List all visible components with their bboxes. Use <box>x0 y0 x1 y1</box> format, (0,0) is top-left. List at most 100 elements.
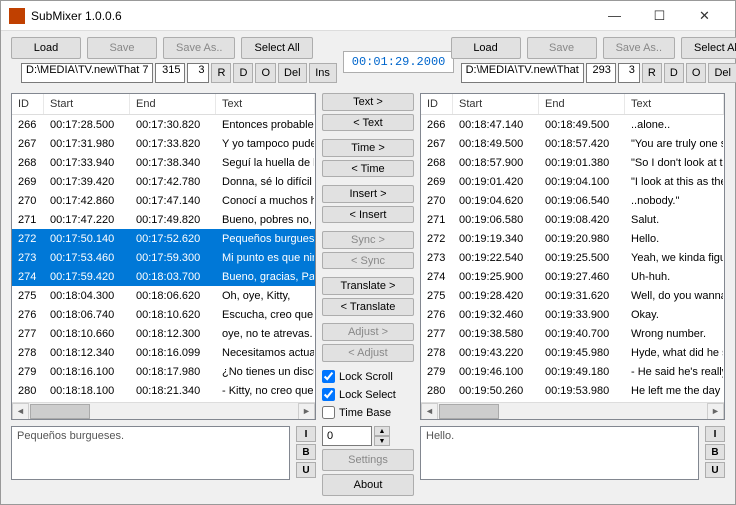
insert-back-button[interactable]: < Insert <box>322 206 414 224</box>
insert-fwd-button[interactable]: Insert > <box>322 185 414 203</box>
left-d-button[interactable]: D <box>233 63 253 83</box>
table-row[interactable]: 26800:17:33.94000:17:38.340Seguí la huel… <box>12 153 315 172</box>
table-row[interactable]: 27900:19:46.10000:19:49.180- He said he'… <box>421 362 724 381</box>
maximize-button[interactable]: ☐ <box>637 2 682 30</box>
right-save-button[interactable]: Save <box>527 37 597 59</box>
right-th-end[interactable]: End <box>539 94 625 114</box>
table-row[interactable]: 26700:18:49.50000:18:57.420"You are trul… <box>421 134 724 153</box>
right-count-input[interactable]: 293 <box>586 63 616 83</box>
table-row[interactable]: 27800:19:43.22000:19:45.980Hyde, what di… <box>421 343 724 362</box>
right-th-id[interactable]: ID <box>421 94 453 114</box>
right-italic-button[interactable]: I <box>705 426 725 442</box>
left-del-button[interactable]: Del <box>278 63 307 83</box>
time-fwd-button[interactable]: Time > <box>322 139 414 157</box>
right-selectall-button[interactable]: Select All <box>681 37 736 59</box>
left-path-input[interactable]: D:\MEDIA\TV.new\That 7 <box>21 63 153 83</box>
right-num-input[interactable]: 3 <box>618 63 640 83</box>
table-row[interactable]: 26900:17:39.42000:17:42.780Donna, sé lo … <box>12 172 315 191</box>
left-num-input[interactable]: 3 <box>187 63 209 83</box>
table-row[interactable]: 27600:19:32.46000:19:33.900Okay. <box>421 305 724 324</box>
table-row[interactable]: 27500:19:28.42000:19:31.620Well, do you … <box>421 286 724 305</box>
left-table[interactable]: ID Start End Text 26600:17:28.50000:17:3… <box>11 93 316 420</box>
table-row[interactable]: 27900:18:16.10000:18:17.980¿No tienes un… <box>12 362 315 381</box>
table-row[interactable]: 27300:17:53.46000:17:59.300Mi punto es q… <box>12 248 315 267</box>
scroll-left-icon[interactable]: ◄ <box>12 403 29 420</box>
left-ins-button[interactable]: Ins <box>309 63 337 83</box>
left-italic-button[interactable]: I <box>296 426 316 442</box>
left-th-end[interactable]: End <box>130 94 216 114</box>
scroll-left-icon[interactable]: ◄ <box>421 403 438 420</box>
table-row[interactable]: 27200:17:50.14000:17:52.620Pequeños burg… <box>12 229 315 248</box>
table-row[interactable]: 26900:19:01.42000:19:04.100"I look at th… <box>421 172 724 191</box>
table-row[interactable]: 27000:19:04.62000:19:06.540..nobody." <box>421 191 724 210</box>
translate-fwd-button[interactable]: Translate > <box>322 277 414 295</box>
sync-fwd-button[interactable]: Sync > <box>322 231 414 249</box>
right-o-button[interactable]: O <box>686 63 707 83</box>
offset-input[interactable] <box>322 426 372 446</box>
left-preview[interactable]: Pequeños burgueses. <box>11 426 290 480</box>
table-row[interactable]: 27500:18:04.30000:18:06.620Oh, oye, Kitt… <box>12 286 315 305</box>
left-save-button[interactable]: Save <box>87 37 157 59</box>
left-selectall-button[interactable]: Select All <box>241 37 312 59</box>
table-row[interactable]: 27800:18:12.34000:18:16.099Necesitamos a… <box>12 343 315 362</box>
table-row[interactable]: 27600:18:06.74000:18:10.620Escucha, creo… <box>12 305 315 324</box>
table-row[interactable]: 27200:19:19.34000:19:20.980Hello. <box>421 229 724 248</box>
table-row[interactable]: 27100:17:47.22000:17:49.820Bueno, pobres… <box>12 210 315 229</box>
lock-select-checkbox[interactable]: Lock Select <box>322 387 414 402</box>
time-base-checkbox[interactable]: Time Base <box>322 405 414 420</box>
left-o-button[interactable]: O <box>255 63 276 83</box>
translate-back-button[interactable]: < Translate <box>322 298 414 316</box>
left-underline-button[interactable]: U <box>296 462 316 478</box>
right-hscroll[interactable]: ◄ ► <box>421 402 724 419</box>
spin-up-icon[interactable]: ▲ <box>374 426 390 436</box>
left-saveas-button[interactable]: Save As.. <box>163 37 235 59</box>
left-bold-button[interactable]: B <box>296 444 316 460</box>
lock-scroll-checkbox[interactable]: Lock Scroll <box>322 369 414 384</box>
table-row[interactable]: 28000:19:50.26000:19:53.980He left me th… <box>421 381 724 400</box>
table-row[interactable]: 26800:18:57.90000:19:01.380"So I don't l… <box>421 153 724 172</box>
table-row[interactable]: 27000:17:42.86000:17:47.140Conocí a much… <box>12 191 315 210</box>
about-button[interactable]: About <box>322 474 414 496</box>
table-row[interactable]: 27700:19:38.58000:19:40.700Wrong number. <box>421 324 724 343</box>
spin-down-icon[interactable]: ▼ <box>374 436 390 446</box>
right-bold-button[interactable]: B <box>705 444 725 460</box>
right-th-text[interactable]: Text <box>625 94 724 114</box>
table-row[interactable]: 27300:19:22.54000:19:25.500Yeah, we kind… <box>421 248 724 267</box>
right-d-button[interactable]: D <box>664 63 684 83</box>
scroll-thumb[interactable] <box>30 404 90 419</box>
scroll-thumb[interactable] <box>439 404 499 419</box>
text-back-button[interactable]: < Text <box>322 114 414 132</box>
left-th-start[interactable]: Start <box>44 94 130 114</box>
table-row[interactable]: 27400:17:59.42000:18:03.700Bueno, gracia… <box>12 267 315 286</box>
timecode-display[interactable]: 00:01:29.2000 <box>343 51 455 73</box>
left-count-input[interactable]: 315 <box>155 63 185 83</box>
table-row[interactable]: 28000:18:18.10000:18:21.340- Kitty, no c… <box>12 381 315 400</box>
left-hscroll[interactable]: ◄ ► <box>12 402 315 419</box>
text-fwd-button[interactable]: Text > <box>322 93 414 111</box>
right-load-button[interactable]: Load <box>451 37 521 59</box>
left-load-button[interactable]: Load <box>11 37 81 59</box>
adjust-fwd-button[interactable]: Adjust > <box>322 323 414 341</box>
table-row[interactable]: 27100:19:06.58000:19:08.420Salut. <box>421 210 724 229</box>
right-th-start[interactable]: Start <box>453 94 539 114</box>
scroll-right-icon[interactable]: ► <box>298 403 315 420</box>
table-row[interactable]: 27400:19:25.90000:19:27.460Uh-huh. <box>421 267 724 286</box>
right-path-input[interactable]: D:\MEDIA\TV.new\That <box>461 63 584 83</box>
right-preview[interactable]: Hello. <box>420 426 699 480</box>
scroll-right-icon[interactable]: ► <box>707 403 724 420</box>
close-button[interactable]: ✕ <box>682 2 727 30</box>
sync-back-button[interactable]: < Sync <box>322 252 414 270</box>
table-row[interactable]: 26700:17:31.98000:17:33.820Y yo tampoco … <box>12 134 315 153</box>
right-underline-button[interactable]: U <box>705 462 725 478</box>
minimize-button[interactable]: — <box>592 2 637 30</box>
table-row[interactable]: 26600:17:28.50000:17:30.820Entonces prob… <box>12 115 315 134</box>
table-row[interactable]: 26600:18:47.14000:18:49.500..alone.. <box>421 115 724 134</box>
offset-spinner[interactable]: ▲▼ <box>322 426 414 446</box>
right-saveas-button[interactable]: Save As.. <box>603 37 675 59</box>
time-back-button[interactable]: < Time <box>322 160 414 178</box>
left-r-button[interactable]: R <box>211 63 231 83</box>
right-del-button[interactable]: Del <box>708 63 736 83</box>
table-row[interactable]: 27700:18:10.66000:18:12.300oye, no te at… <box>12 324 315 343</box>
adjust-back-button[interactable]: < Adjust <box>322 344 414 362</box>
right-table[interactable]: ID Start End Text 26600:18:47.14000:18:4… <box>420 93 725 420</box>
